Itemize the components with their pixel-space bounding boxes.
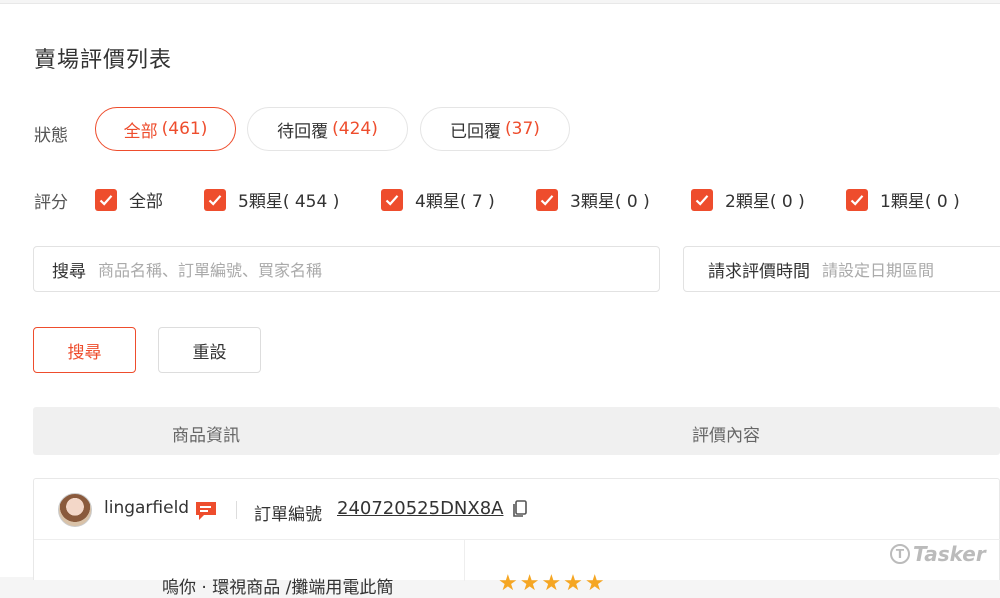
main-card: 賣場評價列表 狀態 全部 (461) 待回覆 (424) 已回覆 (37) 評分… [0,3,1000,598]
rating-2-checkbox[interactable]: 2顆星( 0 ) [691,187,805,212]
chat-icon[interactable] [194,500,218,526]
rating-2-label: 2顆星( 0 ) [725,192,805,212]
tab-replied-count: (37) [505,119,540,139]
rating-5-label: 5顆星( 454 ) [238,192,340,212]
tab-replied[interactable]: 已回覆 (37) [420,107,570,151]
order-number-label: 訂單編號 [254,505,322,525]
tab-pending-count: (424) [332,119,378,139]
rating-4-checkbox[interactable]: 4顆星( 7 ) [381,187,495,212]
tab-pending[interactable]: 待回覆 (424) [247,107,408,151]
checkbox-checked-icon [846,188,868,211]
column-review-content: 評價內容 [692,426,760,446]
checkbox-checked-icon [204,188,226,211]
search-button[interactable]: 搜尋 [33,327,136,373]
copy-icon[interactable] [511,500,527,522]
tab-all[interactable]: 全部 (461) [95,107,236,151]
column-product-info: 商品資訊 [172,426,240,446]
checkbox-checked-icon [536,188,558,211]
tab-pending-label: 待回覆 [277,121,329,142]
review-row: lingarfield 訂單編號 240720525DNX8A 嗚你 · 環視商… [33,478,1000,598]
date-range-label: 請求評價時間 [708,261,810,282]
review-row-header: lingarfield 訂單編號 240720525DNX8A [34,479,1000,540]
checkbox-checked-icon [381,188,403,211]
rating-3-checkbox[interactable]: 3顆星( 0 ) [536,187,650,212]
tab-all-count: (461) [161,119,208,139]
tasker-logo-icon: T [890,544,910,564]
divider [236,501,237,519]
watermark: T Tasker [890,542,986,566]
rating-label: 評分 [34,193,68,213]
rating-5-checkbox[interactable]: 5顆星( 454 ) [204,187,339,212]
rating-stars: ★★★★★ [498,571,607,596]
table-header: 商品資訊 評價內容 [33,407,1000,455]
avatar [58,493,92,527]
search-input[interactable]: 搜尋 商品名稱、訂單編號、買家名稱 [33,246,660,292]
reset-button[interactable]: 重設 [158,327,261,373]
product-name: 嗚你 · 環視商品 /攤端用電此簡 [162,578,394,598]
search-input-label: 搜尋 [52,261,86,282]
buyer-username[interactable]: lingarfield [104,498,189,518]
rating-3-label: 3顆星( 0 ) [570,192,650,212]
rating-all-checkbox[interactable]: 全部 [95,187,163,212]
search-input-placeholder: 商品名稱、訂單編號、買家名稱 [98,261,323,280]
tab-replied-label: 已回覆 [450,121,502,142]
date-range-input[interactable]: 請求評價時間 請設定日期區間 [683,246,1000,292]
page-title: 賣場評價列表 [34,48,173,73]
checkbox-checked-icon [691,188,713,211]
rating-all-label: 全部 [129,192,163,212]
rating-4-label: 4顆星( 7 ) [415,192,495,212]
checkbox-checked-icon [95,188,117,211]
watermark-text: Tasker [913,542,986,566]
rating-1-checkbox[interactable]: 1顆星( 0 ) [846,187,960,212]
order-number-link[interactable]: 240720525DNX8A [337,498,504,519]
tab-all-label: 全部 [123,121,158,142]
date-range-placeholder: 請設定日期區間 [822,261,935,280]
status-label: 狀態 [34,126,68,146]
rating-1-label: 1顆星( 0 ) [880,192,960,212]
column-divider [464,539,465,581]
